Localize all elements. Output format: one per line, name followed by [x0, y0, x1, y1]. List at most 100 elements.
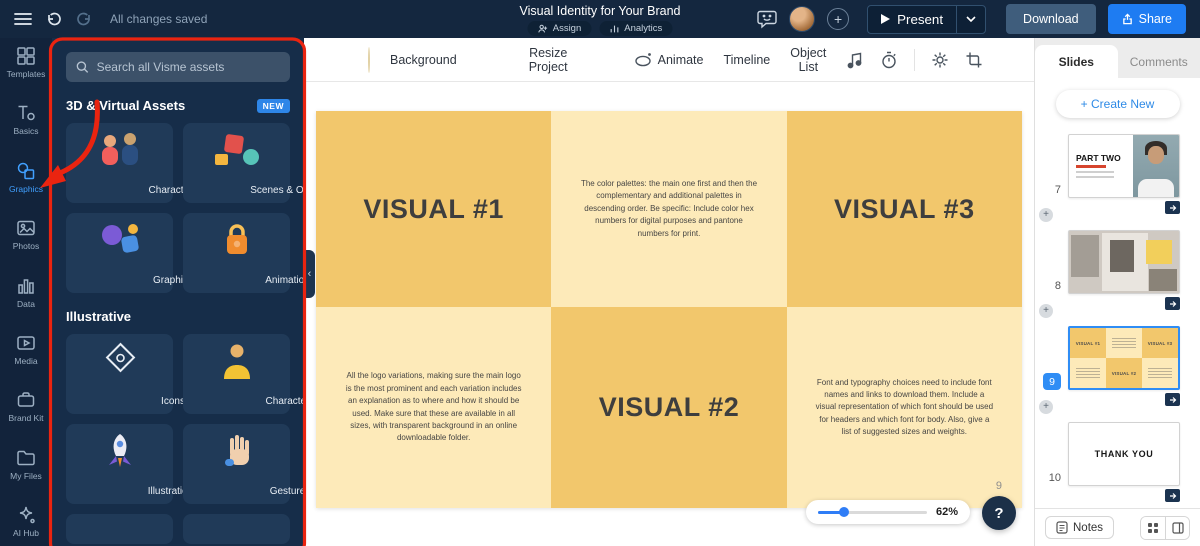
slide-title-block-visual-1[interactable]: VISUAL #1 [316, 111, 552, 307]
analytics-label: Analytics [624, 23, 663, 34]
animate-label: Animate [657, 52, 704, 67]
create-new-slide-button[interactable]: + Create New [1055, 90, 1180, 118]
sidebar-item-data[interactable]: Data [0, 276, 52, 309]
asset-card-partial[interactable] [183, 514, 290, 544]
undo-button[interactable] [46, 11, 62, 27]
slide-transition-badge[interactable] [1165, 393, 1180, 406]
share-icon [1122, 13, 1132, 25]
slide-thumbnail-9-active[interactable]: VISUAL #1 VISUAL #3 VISUAL #2 [1068, 326, 1180, 390]
slide-transition-badge[interactable] [1165, 297, 1180, 310]
add-slide-button[interactable]: + [1039, 400, 1053, 414]
background-color-swatch[interactable] [368, 46, 370, 73]
card-grid-illustrative: Icons Characters Illustrations [66, 334, 304, 504]
sidebar-item-brand-kit[interactable]: Brand Kit [0, 390, 52, 423]
slide-text-block-typography[interactable]: Font and typography choices need to incl… [786, 307, 1022, 508]
download-button[interactable]: Download [1006, 4, 1096, 34]
audio-button[interactable] [846, 51, 864, 69]
zoom-slider-track[interactable] [818, 507, 927, 517]
slide-title-block-visual-2[interactable]: VISUAL #2 [551, 307, 787, 508]
slide-number: 10 [1048, 472, 1061, 484]
sidebar-label: Data [17, 298, 35, 309]
sidebar-item-media[interactable]: Media [0, 333, 52, 366]
present-button[interactable]: Present [868, 6, 956, 33]
thumb9-mini-grid: VISUAL #1 VISUAL #3 VISUAL #2 [1070, 328, 1178, 388]
asset-card-characters-illustrative[interactable]: Characters [183, 334, 304, 414]
list-view-button[interactable] [1165, 516, 1189, 539]
assign-button[interactable]: Assign [527, 21, 592, 36]
asset-card-characters-3d[interactable]: Characters [66, 123, 197, 203]
share-button[interactable]: Share [1107, 4, 1186, 34]
slide-number: 7 [1054, 184, 1061, 196]
asset-card-icons[interactable]: Icons [66, 334, 185, 414]
slide-text-block-color-palettes[interactable]: The color palettes: the main one first a… [551, 111, 787, 307]
sidebar-item-basics[interactable]: Basics [0, 103, 52, 136]
asset-card-gestures[interactable]: Gestures [183, 424, 304, 504]
crop-button[interactable] [965, 51, 983, 69]
background-button[interactable]: Background [390, 53, 457, 67]
gestures-art-icon [183, 431, 290, 473]
slide-text-block-logo-variations[interactable]: All the logo variations, making sure the… [316, 307, 552, 508]
sidebar-item-my-files[interactable]: My Files [0, 448, 52, 481]
section-title: Illustrative [66, 309, 132, 324]
slide-transition-badge[interactable] [1165, 489, 1180, 502]
music-note-icon [848, 52, 862, 68]
templates-icon [17, 47, 35, 65]
analytics-button[interactable]: Analytics [599, 21, 673, 36]
sidebar-label: My Files [10, 470, 42, 481]
tab-slides[interactable]: Slides [1035, 45, 1118, 78]
visme-editor: All changes saved Visual Identity for Yo… [0, 0, 1200, 546]
sidebar-item-graphics[interactable]: Graphics [0, 161, 52, 194]
timeline-button[interactable]: Timeline [723, 53, 770, 67]
redo-button[interactable] [76, 11, 92, 27]
thumb7-person-head [1147, 146, 1164, 164]
search-icon [76, 61, 89, 73]
assign-person-icon [538, 24, 548, 32]
asset-card-animations[interactable]: Animations [183, 213, 304, 293]
add-slide-button[interactable]: + [1039, 304, 1053, 318]
animations-art-icon [183, 220, 290, 262]
present-dropdown-button[interactable] [956, 5, 985, 33]
grid-view-button[interactable] [1141, 516, 1165, 539]
animate-button[interactable]: Animate [634, 51, 704, 69]
save-status: All changes saved [110, 12, 208, 26]
section-header-illustrative: Illustrative [66, 309, 290, 324]
slide-transition-badge[interactable] [1165, 201, 1180, 214]
notes-label: Notes [1073, 521, 1104, 534]
slide-row-9-active: 9 VISUAL #1 VISUAL #3 VISUAL #2 [1043, 326, 1190, 406]
resize-project-button[interactable]: Resize Project [529, 46, 568, 74]
slide-thumbnail-8[interactable] [1068, 230, 1180, 294]
zoom-slider-knob[interactable] [839, 507, 850, 517]
comments-bubble-button[interactable] [757, 10, 777, 29]
slide-thumbnail-10[interactable]: THANK YOU [1068, 422, 1180, 486]
slide-thumb-wrap: PART TWO [1068, 134, 1180, 214]
search-bar [66, 52, 290, 82]
sidebar-item-ai-hub[interactable]: AI Hub [0, 505, 52, 538]
asset-card-scenes-objects[interactable]: Scenes & Objects [183, 123, 304, 203]
add-collaborator-button[interactable]: + [827, 8, 850, 30]
redo-icon [77, 12, 90, 26]
slide-thumbnail-7[interactable]: PART TWO [1068, 134, 1180, 198]
sidebar-item-photos[interactable]: Photos [0, 218, 52, 251]
asset-card-partial[interactable] [66, 514, 173, 544]
timer-button[interactable] [880, 51, 898, 69]
section-title: 3D & Virtual Assets [66, 98, 186, 113]
notes-button[interactable]: Notes [1045, 516, 1115, 539]
panel-collapse-handle[interactable]: ‹ [304, 250, 315, 298]
data-icon [18, 278, 34, 294]
hamburger-menu-button[interactable] [14, 12, 32, 26]
asset-card-graphics-3d[interactable]: Graphics [66, 213, 193, 293]
scenes-objects-art-icon [183, 130, 290, 172]
slide-thumbnail-list: 7 PART TWO 8 9 VISUAL #1 VISUAL #3 VISUA… [1035, 126, 1200, 508]
add-slide-button[interactable]: + [1039, 208, 1053, 222]
help-button[interactable]: ? [982, 496, 1016, 530]
sidebar-item-templates[interactable]: Templates [0, 46, 52, 79]
slide-title-block-visual-3[interactable]: VISUAL #3 [786, 111, 1022, 307]
search-input[interactable] [96, 60, 280, 74]
asset-card-illustrations[interactable]: Illustrations [66, 424, 198, 504]
user-avatar[interactable] [789, 6, 816, 32]
tab-comments[interactable]: Comments [1118, 45, 1200, 78]
advance-arrow-icon [1169, 492, 1176, 499]
object-list-button[interactable]: Object List [790, 46, 826, 74]
slide-canvas[interactable]: VISUAL #1 The color palettes: the main o… [316, 111, 1022, 508]
settings-button[interactable] [931, 51, 949, 69]
